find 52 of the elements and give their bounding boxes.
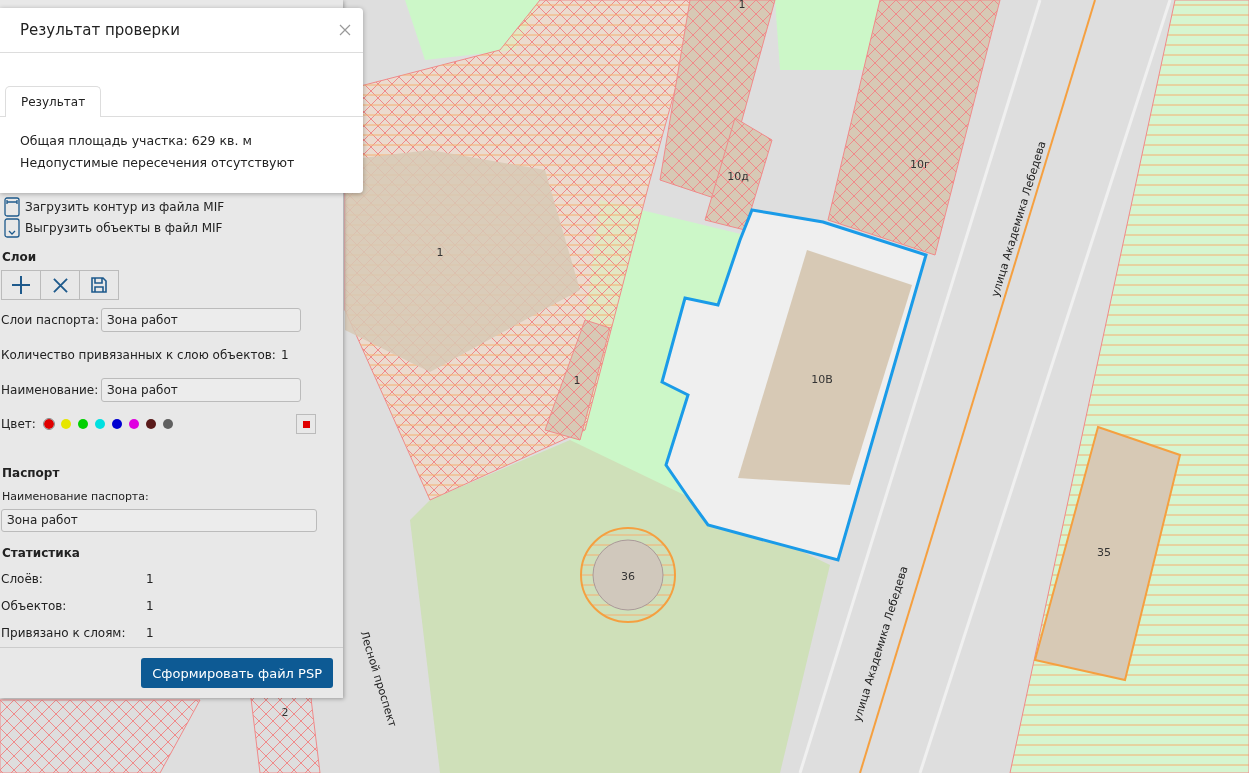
section-heading: Статистика [2,546,81,560]
layer-name-field[interactable]: Зона работ [101,377,301,402]
file-action-link[interactable]: Загрузить контур из файла MIF [0,196,225,218]
field-label: Слои паспорта: [1,312,100,327]
stat-value: 1 [146,626,154,641]
count-value: 1 [281,347,289,362]
result-text: Общая площадь участка: 629 кв. м [20,131,252,150]
color-swatch[interactable] [43,419,54,430]
color-swatch[interactable] [60,419,71,430]
close-icon[interactable] [339,24,351,36]
stat-label: Привязано к слоям: [1,626,127,641]
close-icon [52,277,68,293]
color-swatch[interactable] [77,419,88,430]
map-label: 10г [910,158,930,171]
save-icon [90,276,108,295]
field-label: Цвет: [1,417,36,432]
color-swatch[interactable] [94,419,105,430]
file-upload-icon [4,196,20,217]
stat-label: Слоёв: [1,572,44,587]
result-text: Недопустимые пересечения отсутствуют [20,153,295,172]
passport-name-field[interactable]: Зона работ [1,508,317,532]
map-label: 10д [727,170,749,183]
map-label: 2 [281,706,289,719]
map-label: 1 [436,246,444,259]
map-label: 10В [811,373,833,386]
map-label: 1 [738,0,746,11]
passport-layers-field[interactable]: Зона работ [101,307,301,332]
tab[interactable]: Результат [5,86,102,117]
map-label: 1 [573,374,581,387]
field-label: Наименование: [1,382,100,397]
generate-psp-button[interactable]: Сформировать файл PSP [141,658,333,688]
stat-value: 1 [146,599,154,614]
color-swatch[interactable] [128,419,139,430]
section-heading: Слои [2,250,38,265]
color-swatch[interactable] [162,419,173,430]
delete-button[interactable] [40,270,80,301]
section-heading: Паспорт [2,465,61,480]
stat-label: Объектов: [1,599,68,614]
stat-value: 1 [146,572,154,587]
field-label: Количество привязанных к слою объектов: [1,347,277,362]
add-button[interactable] [1,270,41,301]
file-download-icon [4,217,20,238]
color-swatch[interactable] [145,419,156,430]
file-action-link[interactable]: Выгрузить объекты в файл MIF [0,217,223,239]
color-swatch[interactable] [111,419,122,430]
plus-icon [11,275,31,296]
dialog-title: Результат проверки [20,21,180,39]
selected-color-swatch[interactable] [296,414,316,435]
field-label: Наименование паспорта: [2,489,149,503]
map-label: 35 [1097,546,1111,559]
save-button[interactable] [79,270,119,301]
map-label: 36 [621,570,635,583]
